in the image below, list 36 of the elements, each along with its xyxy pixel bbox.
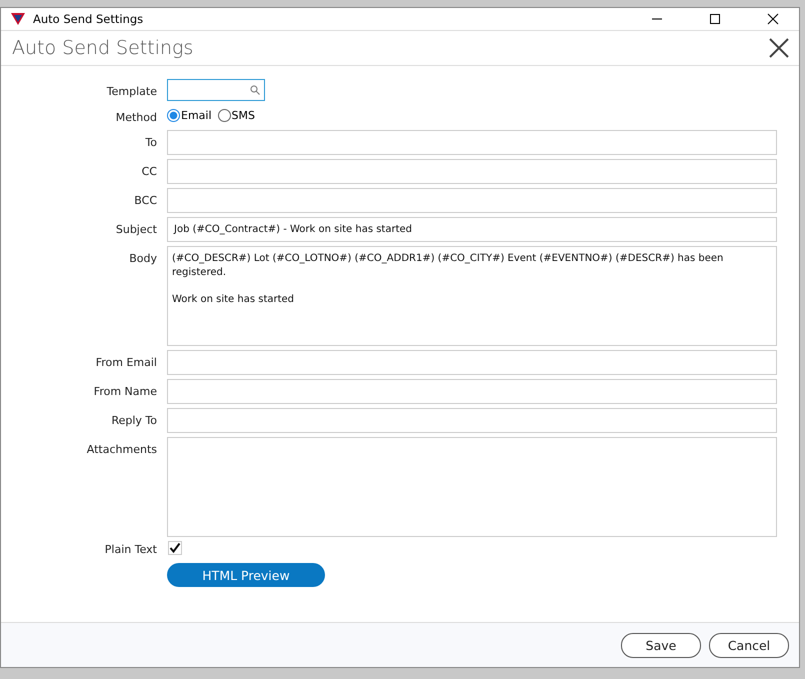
input-field[interactable] xyxy=(167,350,777,375)
input-field[interactable] xyxy=(167,408,777,433)
field-label: To xyxy=(144,135,158,149)
input-field[interactable] xyxy=(167,159,777,184)
checkbox[interactable] xyxy=(168,541,182,555)
close-icon[interactable] xyxy=(767,13,779,25)
radio-label: SMS xyxy=(232,108,255,122)
field-label: From Name xyxy=(92,384,158,398)
field-label: Plain Text xyxy=(104,542,158,556)
field-label: From Email xyxy=(94,355,158,369)
footer-button[interactable]: Cancel xyxy=(709,632,789,658)
radio-option[interactable]: SMS xyxy=(218,108,255,122)
field-label: BCC xyxy=(133,193,158,207)
search-icon xyxy=(250,85,260,95)
radio-label: Email xyxy=(181,108,212,122)
window-title: Auto Send Settings xyxy=(33,12,144,26)
field-label: Body xyxy=(128,251,158,265)
text-field[interactable]: Job (#CO_Contract#) - Work on site has started xyxy=(167,217,777,242)
field-label: Method xyxy=(114,110,158,124)
close-icon[interactable] xyxy=(769,38,789,58)
dialog-heading: Auto Send Settings xyxy=(12,37,194,59)
radio-option[interactable]: Email xyxy=(167,108,212,122)
input-field[interactable] xyxy=(167,379,777,404)
text-area[interactable]: (#CO_DESCR#) Lot (#CO_LOTNO#) (#CO_ADDR1#) (#CO_CITY#) Event (#EVENTNO#) (#DESCR#) has been registered. Work on site has started xyxy=(167,246,777,346)
footer-button[interactable]: Save xyxy=(621,632,701,658)
field-label: Subject xyxy=(114,222,158,236)
field-label: Template xyxy=(106,84,158,98)
field-label: Reply To xyxy=(110,413,158,427)
field-label: Attachments xyxy=(86,442,158,456)
field-label: CC xyxy=(140,164,158,178)
input-field[interactable] xyxy=(167,130,777,155)
input-field[interactable] xyxy=(167,188,777,213)
maximize-icon[interactable] xyxy=(709,13,721,25)
logo-icon xyxy=(11,13,25,25)
search-field[interactable] xyxy=(167,79,265,101)
html-preview-button[interactable]: HTML Preview xyxy=(167,563,325,587)
